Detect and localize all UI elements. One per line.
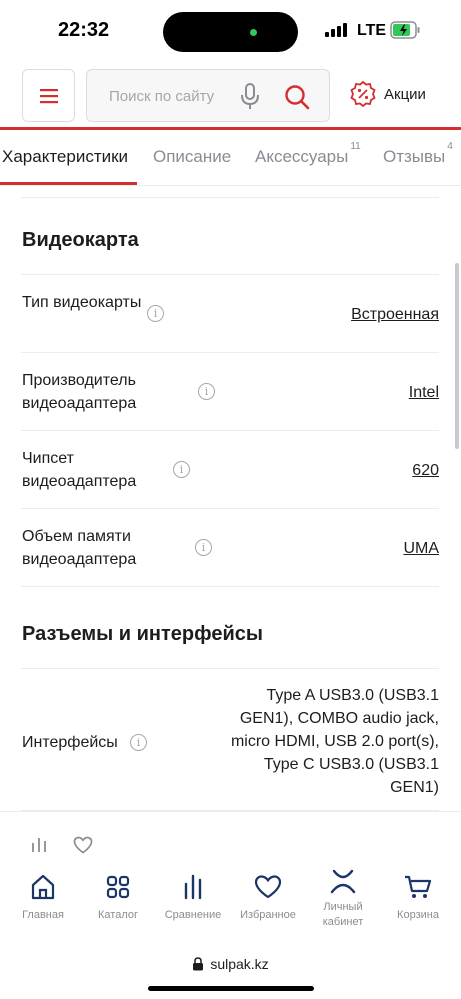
search-placeholder: Поиск по сайту — [109, 88, 215, 105]
nav-item-compare[interactable]: Сравнение — [155, 872, 231, 923]
tab-badge: 11 — [350, 141, 361, 153]
discount-badge-icon — [350, 81, 376, 107]
divider — [21, 197, 439, 198]
profile-icon — [330, 869, 356, 894]
network-label: LTE — [357, 22, 387, 39]
nav-label: Главная — [22, 909, 64, 921]
url-text: sulpak.kz — [210, 956, 269, 972]
spec-label: Чипсет видеоадаптера — [22, 450, 137, 490]
nav-item-favorites[interactable]: Избранное — [230, 872, 306, 923]
compare-icon — [184, 874, 202, 900]
nav-label: Сравнение — [164, 909, 222, 921]
info-icon[interactable]: i — [147, 305, 164, 322]
home-indicator[interactable] — [148, 986, 314, 991]
catalog-icon — [106, 875, 130, 899]
section-title: Разъемы и интерфейсы — [22, 623, 263, 645]
battery-icon — [390, 21, 420, 39]
nav-label: Каталог — [98, 909, 138, 921]
site-header: Поиск по сайту Акции — [0, 66, 461, 128]
cart-icon — [405, 875, 432, 898]
spec-value-link[interactable]: Встроенная — [351, 303, 439, 326]
tab-badge: 4 — [447, 141, 453, 153]
spec-value-link[interactable]: 620 — [412, 459, 439, 482]
spec-value-link[interactable]: Intel — [409, 381, 439, 404]
section-title: Видеокарта — [22, 229, 139, 251]
product-tabs: Характеристики Описание Аксессуары11 Отз… — [0, 130, 461, 186]
compare-icon[interactable] — [30, 836, 48, 854]
scrollbar[interactable] — [455, 263, 459, 449]
divider — [21, 274, 439, 275]
nav-item-catalog[interactable]: Каталог — [80, 872, 156, 923]
nav-item-cart[interactable]: Корзина — [380, 872, 456, 923]
search-icon[interactable] — [283, 83, 311, 111]
nav-item-home[interactable]: Главная — [5, 872, 81, 923]
divider — [21, 508, 439, 509]
divider — [21, 586, 439, 587]
spec-label: Объем памяти видеоадаптера — [22, 528, 137, 568]
signal-icon — [325, 23, 349, 37]
spec-label: Производитель видеоадаптера — [22, 372, 137, 412]
tab-description[interactable]: Описание — [153, 147, 231, 167]
divider — [21, 352, 439, 353]
tab-reviews[interactable]: Отзывы4 — [383, 141, 453, 167]
search-input[interactable]: Поиск по сайту — [86, 69, 330, 122]
spec-label: Тип видеокарты — [22, 294, 142, 311]
info-icon[interactable]: i — [195, 539, 212, 556]
spec-value-text: Type A USB3.0 (USB3.1 GEN1), COMBO audio… — [230, 687, 439, 796]
camera-indicator — [250, 29, 257, 36]
spec-label: Интерфейсы — [22, 734, 118, 751]
microphone-icon[interactable] — [239, 83, 261, 111]
characteristics-content: Видеокарта Тип видеокарты i Встроенная П… — [0, 186, 461, 811]
browser-address-bar[interactable]: sulpak.kz — [0, 944, 461, 984]
info-icon[interactable]: i — [130, 734, 147, 751]
status-time: 22:32 — [58, 19, 110, 41]
bottom-navigation: Главная Каталог Сравнение Избранное Личн… — [0, 869, 461, 942]
spec-value-link[interactable]: UMA — [403, 537, 439, 560]
nav-label: Избранное — [240, 909, 296, 921]
nav-label: Личный кабинет — [322, 901, 364, 928]
heart-icon — [254, 875, 282, 899]
tab-accessories[interactable]: Аксессуары11 — [255, 141, 361, 167]
heart-icon[interactable] — [73, 836, 93, 854]
promo-label: Акции — [384, 85, 426, 103]
status-bar: 22:32 LTE — [0, 0, 461, 62]
hamburger-icon — [39, 88, 58, 103]
info-icon[interactable]: i — [198, 383, 215, 400]
tab-characteristics[interactable]: Характеристики — [2, 147, 128, 167]
info-icon[interactable]: i — [173, 461, 190, 478]
nav-item-profile[interactable]: Личный кабинет — [305, 866, 381, 930]
menu-button[interactable] — [22, 69, 75, 122]
nav-label: Корзина — [397, 909, 439, 921]
lock-icon — [193, 957, 204, 971]
divider — [21, 430, 439, 431]
home-icon — [31, 874, 55, 900]
divider — [21, 668, 439, 669]
promo-link[interactable]: Акции — [350, 81, 426, 107]
dynamic-island — [163, 12, 298, 52]
bottom-area: Главная Каталог Сравнение Избранное Личн… — [0, 811, 461, 999]
